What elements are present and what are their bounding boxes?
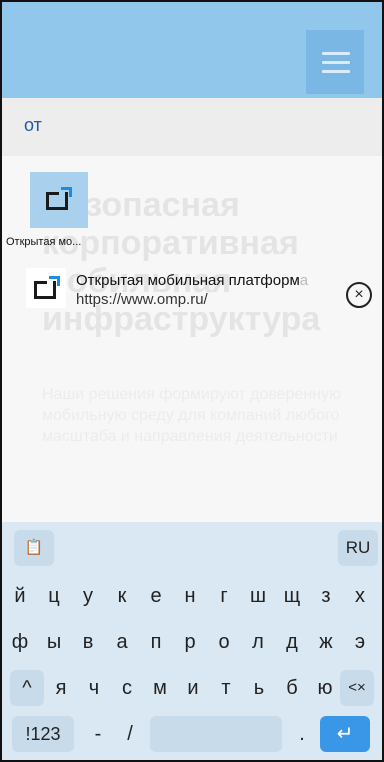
suggestion-url[interactable]: https://www.omp.ru/ [76, 291, 208, 308]
letter-key[interactable]: р [175, 620, 205, 664]
dash-key[interactable]: - [86, 712, 110, 756]
search-field[interactable]: от [2, 98, 382, 156]
letter-key[interactable]: ф [5, 620, 35, 664]
letter-key[interactable]: в [73, 620, 103, 664]
language-key[interactable]: RU [338, 530, 378, 566]
letter-key[interactable]: л [243, 620, 273, 664]
hamburger-icon-line [322, 52, 350, 55]
menu-button[interactable] [306, 30, 364, 94]
shift-key[interactable]: ^ [10, 670, 44, 706]
letter-key[interactable]: к [107, 574, 137, 618]
letter-key[interactable]: б [277, 666, 307, 710]
letter-key[interactable]: ы [39, 620, 69, 664]
letter-key[interactable]: у [73, 574, 103, 618]
hamburger-icon-line [322, 61, 350, 64]
backspace-key[interactable]: <× [340, 670, 374, 706]
top-app-bar [2, 2, 382, 98]
omp-logo-icon [34, 276, 60, 300]
letter-key[interactable]: е [141, 574, 171, 618]
suggestion-title-rest: крытая мобильная платформ [94, 272, 300, 289]
suggestion-title[interactable]: Открытая мобильная платформа [76, 272, 332, 289]
clipboard-icon[interactable]: 📋 [14, 530, 54, 566]
shortcut-tile[interactable] [30, 172, 88, 228]
letter-key[interactable]: ш [243, 574, 273, 618]
letter-key[interactable]: й [5, 574, 35, 618]
background-body-text: Наши решения формируют доверенную мобиль… [42, 386, 342, 445]
letter-key[interactable]: э [345, 620, 375, 664]
letter-key[interactable]: т [211, 666, 241, 710]
letter-key[interactable]: п [141, 620, 171, 664]
enter-key[interactable]: ↵ [320, 716, 370, 752]
letter-key[interactable]: ь [244, 666, 274, 710]
letter-key[interactable]: ц [39, 574, 69, 618]
letter-key[interactable]: з [311, 574, 341, 618]
letter-key[interactable]: о [209, 620, 239, 664]
symbols-key[interactable]: !123 [12, 716, 74, 752]
letter-key[interactable]: я [46, 666, 76, 710]
background-headline: Безопасная корпоративная мобильная инфра… [42, 186, 321, 338]
omp-logo-icon [46, 187, 72, 211]
letter-key[interactable]: г [209, 574, 239, 618]
slash-key[interactable]: / [118, 712, 142, 756]
shortcut-label: Открытая мо... [6, 236, 82, 248]
dot-key[interactable]: . [290, 712, 314, 756]
keyboard-row-1: йцукенгшщзх [2, 574, 382, 618]
hamburger-icon-line [322, 70, 350, 73]
screen: от Безопасная корпоративная мобильная ин… [0, 0, 384, 762]
keyboard-row-3: ^ <× ячсмитьбю [2, 666, 382, 710]
keyboard-row-2: фывапролджэ [2, 620, 382, 664]
letter-key[interactable]: с [112, 666, 142, 710]
letter-key[interactable]: щ [277, 574, 307, 618]
letter-key[interactable]: ж [311, 620, 341, 664]
suggestion-title-fade: а [299, 272, 309, 289]
letter-key[interactable]: м [145, 666, 175, 710]
on-screen-keyboard: 📋 RU йцукенгшщзх фывапролджэ ^ <× ячсмит… [2, 522, 382, 760]
keyboard-toolbar: 📋 RU [2, 522, 382, 570]
letter-key[interactable]: х [345, 574, 375, 618]
letter-key[interactable]: ю [310, 666, 340, 710]
letter-key[interactable]: ч [79, 666, 109, 710]
suggestion-title-match: От [76, 272, 95, 289]
keyboard-row-4: !123 - / . ↵ [2, 712, 382, 756]
search-query-text: от [24, 115, 42, 135]
letter-key[interactable]: а [107, 620, 137, 664]
space-bar[interactable] [150, 716, 282, 752]
suggestion-favicon [26, 268, 66, 308]
letter-key[interactable]: д [277, 620, 307, 664]
letter-key[interactable]: н [175, 574, 205, 618]
letter-key[interactable]: и [178, 666, 208, 710]
remove-suggestion-close-icon[interactable]: × [346, 282, 372, 308]
